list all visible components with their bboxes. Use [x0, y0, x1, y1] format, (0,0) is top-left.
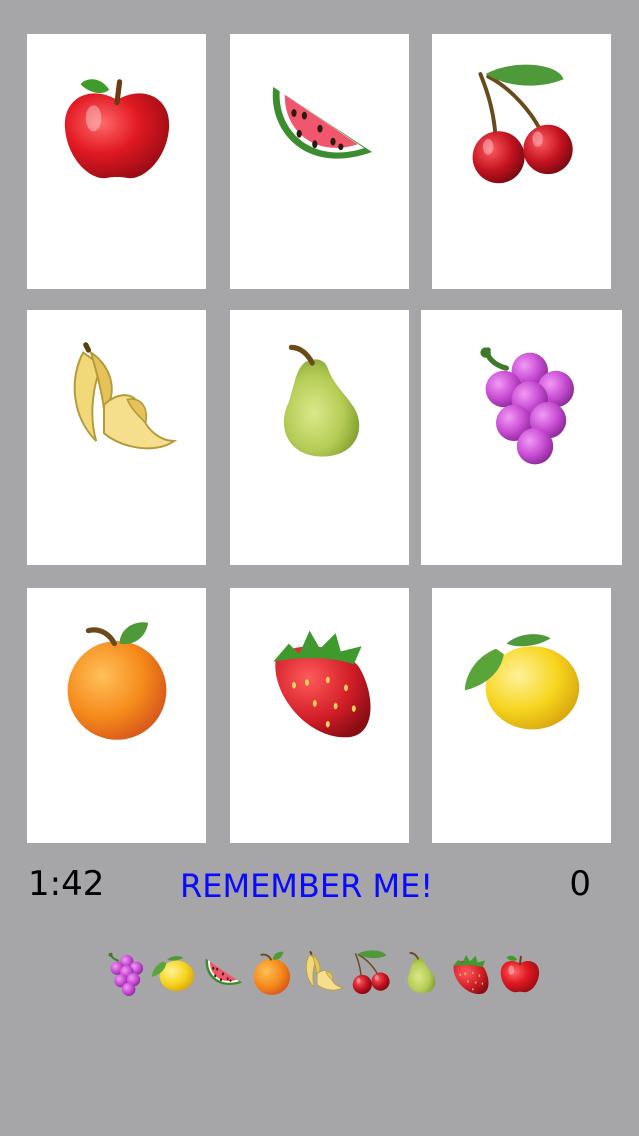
pear-icon: [255, 337, 385, 467]
fruit-card[interactable]: [432, 588, 611, 843]
fruit-card[interactable]: [230, 34, 409, 289]
fruit-card[interactable]: [230, 588, 409, 843]
watermelon-icon: [199, 949, 247, 997]
strawberry-icon: [255, 615, 385, 745]
watermelon-icon: [255, 61, 385, 191]
lemon-icon: [149, 949, 197, 997]
score: 0: [569, 864, 591, 904]
grapes-icon: [457, 337, 587, 467]
grapes-icon: [100, 949, 148, 997]
apple-icon: [52, 61, 182, 191]
fruit-card[interactable]: [27, 310, 206, 565]
cherries-icon: [457, 61, 587, 191]
timer: 1:42: [28, 864, 105, 904]
fruit-card[interactable]: [27, 588, 206, 843]
fruit-card[interactable]: [27, 34, 206, 289]
apple-icon: [496, 949, 544, 997]
banana-icon: [298, 949, 346, 997]
fruit-card[interactable]: [421, 310, 622, 565]
fruit-card[interactable]: [230, 310, 409, 565]
instruction-message: REMEMBER ME!: [180, 867, 434, 905]
orange-icon: [248, 949, 296, 997]
cherries-icon: [347, 949, 395, 997]
fruit-card[interactable]: [432, 34, 611, 289]
pear-icon: [397, 949, 445, 997]
strawberry-icon: [446, 949, 494, 997]
banana-icon: [52, 337, 182, 467]
fruit-sequence: [100, 948, 545, 998]
lemon-icon: [457, 615, 587, 745]
orange-icon: [52, 615, 182, 745]
